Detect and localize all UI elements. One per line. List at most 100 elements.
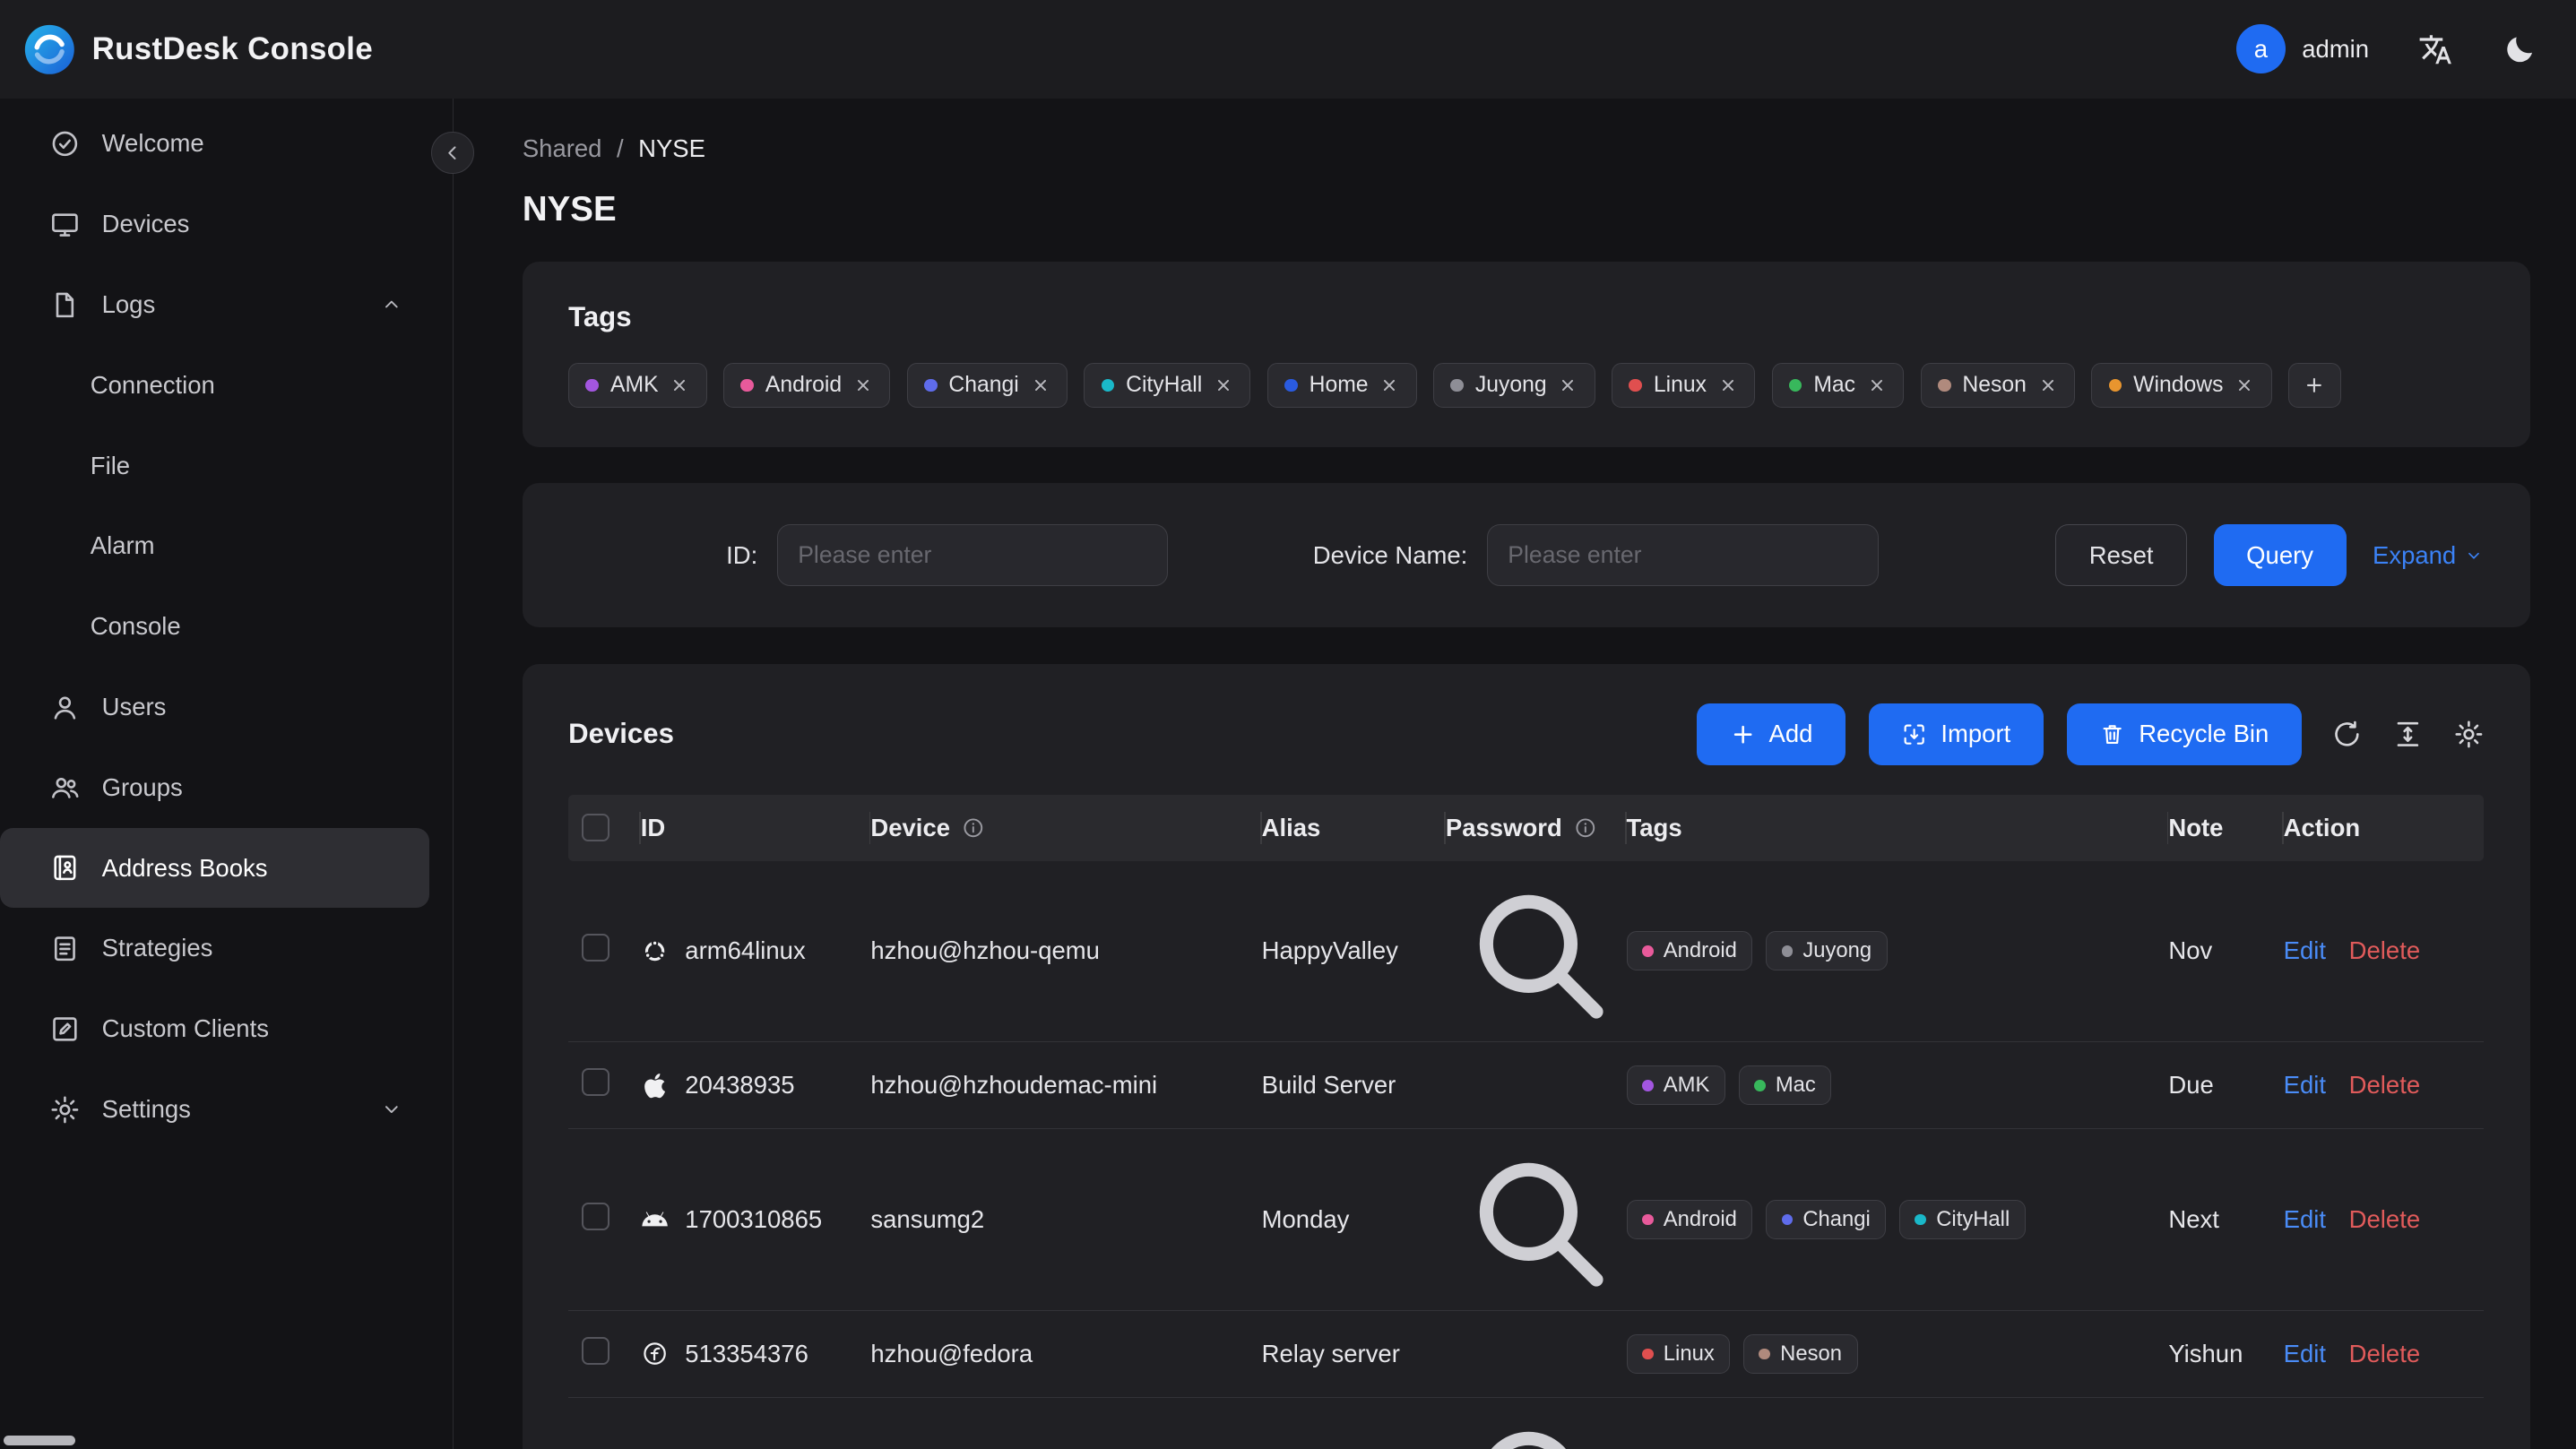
sidebar-item-console[interactable]: Console bbox=[0, 586, 429, 667]
delete-link[interactable]: Delete bbox=[2349, 1205, 2420, 1234]
row-checkbox[interactable] bbox=[581, 934, 609, 962]
sidebar-item-devices[interactable]: Devices bbox=[0, 184, 429, 264]
reset-button[interactable]: Reset bbox=[2055, 523, 2188, 587]
tag-chip-amk: AMK bbox=[568, 363, 707, 408]
gear-icon[interactable] bbox=[2453, 719, 2485, 750]
table-row: 1700310865 sansumg2 Monday Android Changi Cit… bbox=[568, 1129, 2485, 1311]
edit-link[interactable]: Edit bbox=[2284, 1071, 2326, 1100]
device-name-filter-input[interactable] bbox=[1487, 523, 1879, 587]
row-checkbox[interactable] bbox=[581, 1336, 609, 1365]
remove-tag-icon[interactable] bbox=[1379, 375, 1399, 395]
dark-mode-icon[interactable] bbox=[2503, 32, 2537, 66]
import-button-label: Import bbox=[1941, 720, 2011, 748]
sidebar-item-address-books[interactable]: Address Books bbox=[0, 827, 430, 909]
device-tag-chip-changi: Changi bbox=[1766, 1200, 1887, 1240]
edit-link[interactable]: Edit bbox=[2284, 1340, 2326, 1368]
remove-tag-icon[interactable] bbox=[670, 375, 689, 395]
remove-tag-icon[interactable] bbox=[1558, 375, 1578, 395]
expand-label: Expand bbox=[2373, 540, 2457, 569]
column-header-id: ID bbox=[638, 795, 871, 860]
sidebar-item-strategies[interactable]: Strategies bbox=[0, 908, 429, 988]
column-label: Tags bbox=[1626, 813, 1682, 841]
chevron-up-icon bbox=[380, 293, 403, 316]
alias-cell: Monday bbox=[1261, 1205, 1350, 1234]
row-checkbox-cell bbox=[568, 1202, 641, 1237]
view-password-icon[interactable] bbox=[1446, 1398, 1627, 1449]
sidebar-item-groups[interactable]: Groups bbox=[0, 747, 429, 828]
device-name-filter-label: Device Name: bbox=[1312, 540, 1468, 569]
device-tag-chip-android: Android bbox=[1626, 931, 1753, 971]
remove-tag-icon[interactable] bbox=[1867, 375, 1887, 395]
delete-link[interactable]: Delete bbox=[2349, 936, 2420, 965]
password-cell bbox=[1446, 861, 1627, 1042]
remove-tag-icon[interactable] bbox=[1031, 375, 1050, 395]
row-checkbox[interactable] bbox=[581, 1202, 609, 1231]
users-icon bbox=[49, 692, 81, 723]
column-label: Alias bbox=[1261, 813, 1321, 841]
id-filter-input[interactable] bbox=[777, 523, 1169, 587]
sidebar-item-alarm[interactable]: Alarm bbox=[0, 505, 429, 586]
query-button[interactable]: Query bbox=[2213, 523, 2347, 587]
sidebar-collapse-button[interactable] bbox=[431, 131, 474, 175]
row-checkbox[interactable] bbox=[581, 1068, 609, 1097]
sidebar-item-label: Groups bbox=[101, 772, 183, 801]
sidebar-item-users[interactable]: Users bbox=[0, 667, 429, 747]
device-name-cell: sansumg2 bbox=[870, 1205, 985, 1234]
device-id-cell: arm64linux bbox=[641, 936, 871, 965]
brand: RustDesk Console bbox=[23, 23, 373, 76]
delete-link[interactable]: Delete bbox=[2349, 1071, 2420, 1100]
logs-icon bbox=[49, 289, 81, 321]
tags-cell: AMK Mac bbox=[1626, 1065, 2169, 1106]
sidebar-item-file[interactable]: File bbox=[0, 426, 429, 506]
tag-label: Juyong bbox=[1474, 372, 1547, 397]
select-all-checkbox[interactable] bbox=[581, 814, 609, 842]
tag-label: Windows bbox=[2133, 372, 2224, 397]
sidebar-item-connection[interactable]: Connection bbox=[0, 345, 429, 426]
tag-color-dot bbox=[1641, 1348, 1654, 1360]
refresh-icon[interactable] bbox=[2331, 719, 2363, 750]
recycle-bin-button[interactable]: Recycle Bin bbox=[2066, 703, 2302, 766]
expand-toggle[interactable]: Expand bbox=[2373, 541, 2484, 570]
remove-tag-icon[interactable] bbox=[853, 375, 873, 395]
ubuntu-icon bbox=[641, 937, 669, 965]
breadcrumb-parent[interactable]: Shared bbox=[523, 134, 602, 163]
horizontal-scrollbar-thumb[interactable] bbox=[3, 1435, 76, 1445]
note-cell: Yishun bbox=[2168, 1339, 2243, 1367]
device-name-cell: hzhou@fedora bbox=[870, 1339, 1033, 1367]
tag-chip-home: Home bbox=[1266, 363, 1417, 408]
remove-tag-icon[interactable] bbox=[1214, 375, 1233, 395]
tag-color-dot bbox=[1781, 944, 1794, 957]
sidebar-item-label: Custom Clients bbox=[101, 1014, 269, 1043]
tag-color-dot bbox=[1937, 378, 1951, 392]
add-tag-button[interactable] bbox=[2287, 363, 2341, 408]
remove-tag-icon[interactable] bbox=[1718, 375, 1738, 395]
devices-icon bbox=[49, 209, 81, 240]
sidebar-item-custom-clients[interactable]: Custom Clients bbox=[0, 988, 429, 1069]
tag-label: Changi bbox=[1802, 1207, 1871, 1232]
sidebar-item-welcome[interactable]: Welcome bbox=[0, 103, 429, 184]
delete-link[interactable]: Delete bbox=[2349, 1340, 2420, 1368]
table-row: 20438935 hzhou@hzhoudemac-mini Build Serve… bbox=[568, 1042, 2485, 1130]
device-id: arm64linux bbox=[685, 936, 806, 965]
translate-icon[interactable] bbox=[2418, 32, 2452, 66]
main-content: Shared / NYSE NYSE Tags AMK Android Changi… bbox=[454, 99, 2576, 1449]
view-password-icon[interactable] bbox=[1446, 861, 1627, 1042]
remove-tag-icon[interactable] bbox=[2235, 375, 2254, 395]
column-header-action: Action bbox=[2281, 795, 2485, 860]
tag-color-dot bbox=[1101, 378, 1115, 392]
edit-link[interactable]: Edit bbox=[2284, 936, 2326, 965]
tag-label: CityHall bbox=[1126, 372, 1203, 397]
import-button[interactable]: Import bbox=[1868, 703, 2044, 766]
view-password-icon[interactable] bbox=[1446, 1129, 1627, 1310]
tag-label: Changi bbox=[948, 372, 1019, 397]
remove-tag-icon[interactable] bbox=[2038, 375, 2058, 395]
tag-color-dot bbox=[1641, 1079, 1654, 1091]
user-menu[interactable]: a admin bbox=[2235, 24, 2369, 74]
sidebar-item-settings[interactable]: Settings bbox=[0, 1069, 429, 1150]
app-title: RustDesk Console bbox=[91, 30, 374, 66]
sidebar-item-logs[interactable]: Logs bbox=[0, 264, 429, 345]
add-device-button[interactable]: Add bbox=[1696, 703, 1846, 766]
column-height-icon[interactable] bbox=[2392, 719, 2424, 750]
edit-link[interactable]: Edit bbox=[2284, 1205, 2326, 1234]
column-label: Action bbox=[2283, 813, 2361, 841]
